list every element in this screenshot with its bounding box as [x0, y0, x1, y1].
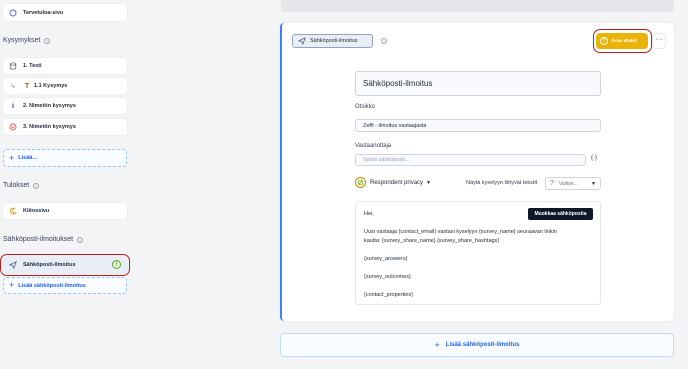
question-label: 1. Testi: [23, 63, 42, 69]
section-title: Kysymykset: [3, 37, 41, 44]
show-answers-label: Näytä kyselyyn liittyvät tekstit: [466, 180, 538, 186]
body-line: kautta: {survey_share_name} {survey_shar…: [364, 238, 500, 244]
activate-label: Avaa ehdot: [611, 38, 637, 44]
subject-label: Otsikko: [355, 104, 376, 110]
question-item[interactable]: 1. Testi: [3, 58, 127, 74]
sidebar-item-label: Kiitossivu: [23, 208, 50, 214]
respondent-privacy-dropdown[interactable]: Respondent privacy ▼: [355, 177, 431, 188]
results-section-title: Tulokset ?: [3, 182, 40, 189]
moon-icon: [7, 207, 19, 215]
add-email-large-label: Lisää sähköposti-ilmoitus: [445, 342, 520, 348]
sidebar-item-thanks[interactable]: Kiitossivu: [3, 203, 127, 219]
more-options-button[interactable]: ···: [652, 33, 666, 49]
privacy-icon: [355, 177, 366, 188]
help-icon[interactable]: ?: [44, 37, 51, 44]
questions-section-title: Kysymykset ?: [3, 37, 51, 44]
checkbox-icon: [7, 123, 19, 131]
text-type-icon: T: [24, 82, 30, 90]
chevron-down-icon: ▼: [426, 179, 431, 186]
recipient-input[interactable]: Syötä sähköposti...: [355, 154, 586, 166]
section-title: Tulokset: [3, 182, 30, 189]
sidebar-item-welcome[interactable]: Tervetuloa-sivu: [3, 4, 127, 21]
tag-label: Sähköposti-ilmoitus: [310, 38, 358, 44]
body-line: Uusi vastaaja {contact_email} vastasi ky…: [364, 229, 557, 235]
warning-icon: !: [600, 37, 608, 45]
recipient-label: Vastaanottaja: [355, 143, 392, 149]
sidebar-item-label: Sähköposti-ilmoitus: [23, 262, 76, 268]
question-label: 1.1 Kysymys: [34, 83, 68, 89]
question-label: 2. Nimetön kysymys: [23, 103, 76, 109]
plus-icon: +: [9, 152, 15, 163]
arrow-return-icon: ↳: [10, 83, 16, 90]
add-email-notification-button[interactable]: + Lisää sähköposti-ilmoitus: [3, 277, 127, 294]
question-label: 3. Nimetön kysymys: [23, 124, 76, 130]
email-section-title: Sähköposti-ilmoitukset ?: [3, 236, 84, 243]
info-icon: i: [12, 102, 14, 110]
sidebar-item-email-notification[interactable]: Sähköposti-ilmoitus !: [3, 257, 127, 273]
notification-name-field[interactable]: Sähköposti-ilmoitus: [355, 71, 601, 96]
add-question-button[interactable]: + Lisää...: [3, 149, 127, 167]
email-notification-editor: Sähköposti-ilmoitus ? ! Avaa ehdot ··· S…: [280, 23, 674, 321]
activate-conditions-button[interactable]: ! Avaa ehdot: [596, 33, 648, 49]
sidebar-item-label: Tervetuloa-sivu: [23, 9, 64, 16]
privacy-label: Respondent privacy: [370, 179, 424, 186]
question-item[interactable]: ↳ T 1.1 Kysymys: [3, 78, 127, 94]
email-notification-tag[interactable]: Sähköposti-ilmoitus: [292, 34, 373, 48]
question-icon: ?: [550, 180, 554, 187]
question-item[interactable]: 3. Nimetön kysymys: [3, 119, 127, 135]
warning-icon: !: [112, 260, 121, 269]
select-placeholder: Valitse...: [558, 180, 578, 187]
sidebar: Tervetuloa-sivu Kysymykset ? 1. Testi ↳ …: [0, 0, 136, 369]
section-title: Sähköposti-ilmoitukset: [3, 236, 74, 243]
help-icon[interactable]: ?: [77, 236, 84, 243]
previous-card-stub: [281, 0, 674, 12]
add-email-notification-large-button[interactable]: + Lisää sähköposti-ilmoitus: [280, 333, 674, 357]
help-icon[interactable]: ?: [381, 38, 387, 44]
send-icon: [298, 37, 306, 45]
plus-icon: +: [434, 340, 440, 350]
body-greeting: Hei,: [364, 211, 374, 217]
database-icon: [7, 62, 19, 70]
question-item[interactable]: i 2. Nimetön kysymys: [3, 98, 127, 114]
add-email-label: Lisää sähköposti-ilmoitus: [18, 282, 86, 289]
body-variable: {survey_answers}: [364, 256, 408, 262]
email-body-editor[interactable]: Muokkaa sähköpostia Hei, Uusi vastaaja {…: [355, 201, 601, 305]
chevron-down-icon: ▼: [591, 180, 596, 187]
notification-name-value: Sähköposti-ilmoitus: [363, 79, 433, 88]
show-answers-select[interactable]: ? Valitse... ▼: [545, 177, 601, 190]
subject-field[interactable]: Zeffi - ilmoitus vastaajasta: [355, 119, 601, 132]
plus-icon: +: [9, 280, 15, 290]
variable-icon[interactable]: {·}: [591, 155, 597, 161]
send-icon: [7, 261, 19, 269]
edit-email-button[interactable]: Muokkaa sähköpostia: [528, 208, 593, 220]
body-variable: {survey_outcomes}: [364, 274, 411, 280]
recipient-placeholder: Syötä sähköposti...: [363, 157, 410, 163]
circle-icon: [7, 8, 19, 17]
add-question-label: Lisää...: [18, 155, 37, 161]
subject-value: Zeffi - ilmoitus vastaajasta: [363, 122, 427, 129]
help-icon[interactable]: ?: [33, 182, 40, 189]
body-variable: {contact_properties}: [364, 292, 413, 298]
